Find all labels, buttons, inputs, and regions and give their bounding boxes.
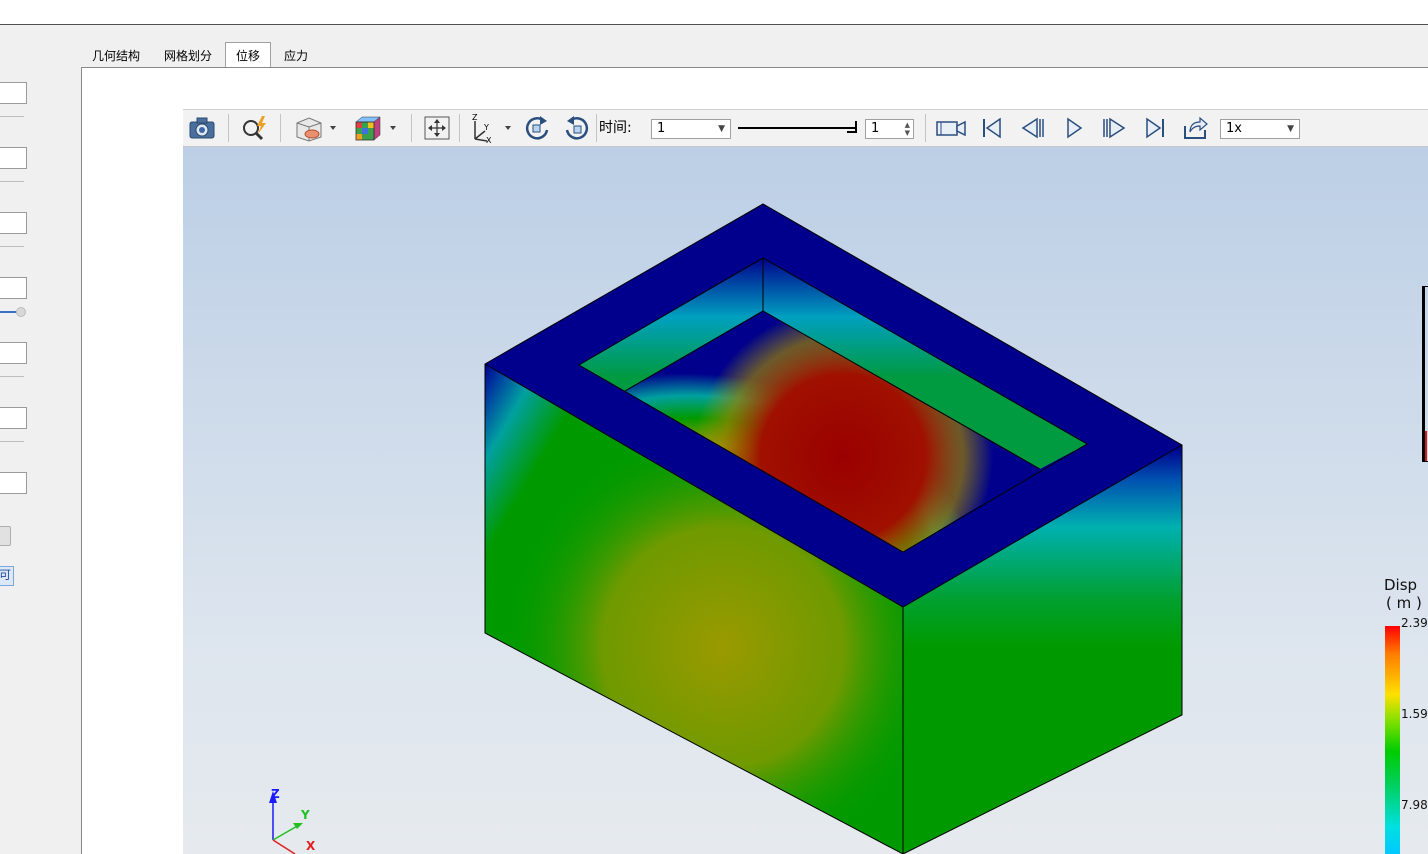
toolbar-separator (596, 114, 597, 142)
chevron-down-icon: ▼ (1287, 124, 1294, 134)
time-slider-handle[interactable] (847, 121, 857, 133)
svg-text:Z: Z (472, 113, 478, 122)
param-input-1[interactable] (0, 82, 27, 104)
legend-low-value: 7.98 (1401, 798, 1428, 812)
toolbar-separator (228, 114, 229, 142)
spin-up-icon[interactable]: ▲ (905, 121, 910, 129)
record-video-icon[interactable] (933, 110, 969, 146)
first-frame-icon[interactable] (978, 110, 1006, 146)
toolbar-separator (925, 114, 926, 142)
legend-unit: ( m ) (1386, 594, 1422, 612)
tab-displacement[interactable]: 位移 (225, 42, 271, 68)
axis-label-y: Y (301, 808, 310, 822)
magnify-flash-icon[interactable] (238, 110, 272, 146)
time-slider[interactable] (738, 127, 856, 129)
axes-icon[interactable]: Z Y X (466, 110, 516, 146)
toolbar-separator (411, 114, 412, 142)
legend-max-value: 2.39 (1401, 616, 1428, 630)
title-bar (0, 0, 1428, 25)
3d-viewport[interactable]: Z Y X Disp ( m ) 2.39 1.59 7.98 (183, 147, 1428, 854)
divider (0, 181, 24, 182)
previous-frame-icon[interactable] (1018, 110, 1048, 146)
frame-spinbox[interactable]: 1 ▲ ▼ (865, 119, 914, 139)
legend-color-bar (1385, 626, 1400, 854)
apply-button[interactable] (0, 526, 11, 546)
section-view-icon[interactable] (291, 110, 341, 146)
axis-label-x: X (306, 839, 316, 853)
rotate-cw-icon[interactable] (561, 110, 593, 146)
play-icon[interactable] (1061, 110, 1087, 146)
spin-down-icon[interactable]: ▼ (905, 129, 910, 137)
speed-select-value: 1x (1226, 121, 1242, 136)
export-icon[interactable] (1181, 110, 1211, 146)
svg-text:X: X (486, 136, 492, 143)
rotate-ccw-icon[interactable] (521, 110, 553, 146)
svg-text:Y: Y (483, 123, 489, 132)
viewer-toolbar: Z Y X 时间: 1 ▼ 1 ▲ ▼ 1x ▼ (183, 109, 1428, 147)
tab-geometry[interactable]: 几何结构 (86, 43, 146, 67)
toolbar-separator (280, 114, 281, 142)
slider-handle[interactable] (16, 307, 26, 317)
tab-mesh[interactable]: 网格划分 (158, 43, 218, 67)
divider (0, 116, 24, 117)
tab-stress[interactable]: 应力 (278, 43, 314, 67)
speed-select[interactable]: 1x ▼ (1220, 119, 1300, 139)
divider (0, 376, 24, 377)
param-input-2[interactable] (0, 147, 27, 169)
param-input-4[interactable] (0, 277, 27, 299)
param-input-5[interactable] (0, 342, 27, 364)
time-label: 时间: (599, 120, 632, 136)
model-render (269, 203, 1183, 854)
legend-mid-value: 1.59 (1401, 707, 1428, 721)
divider (0, 441, 24, 442)
toolbar-separator (459, 114, 460, 142)
divider (0, 246, 24, 247)
time-select[interactable]: 1 ▼ (651, 119, 731, 139)
last-frame-icon[interactable] (1141, 110, 1169, 146)
param-input-6[interactable] (0, 407, 27, 429)
secondary-legend-frame (1422, 286, 1428, 462)
axis-label-z: Z (271, 787, 280, 801)
time-select-value: 1 (657, 121, 666, 136)
legend-title: Disp (1384, 576, 1418, 594)
left-panel-link[interactable]: 可 (0, 566, 15, 586)
left-control-panel: 可 (0, 25, 40, 854)
fit-view-icon[interactable] (421, 110, 453, 146)
frame-spinbox-value: 1 (871, 121, 880, 136)
color-cube-icon[interactable] (351, 110, 401, 146)
chevron-down-icon: ▼ (718, 124, 725, 134)
param-input-3[interactable] (0, 212, 27, 234)
camera-icon[interactable] (187, 110, 217, 146)
next-frame-icon[interactable] (1099, 110, 1129, 146)
param-input-7[interactable] (0, 472, 27, 494)
